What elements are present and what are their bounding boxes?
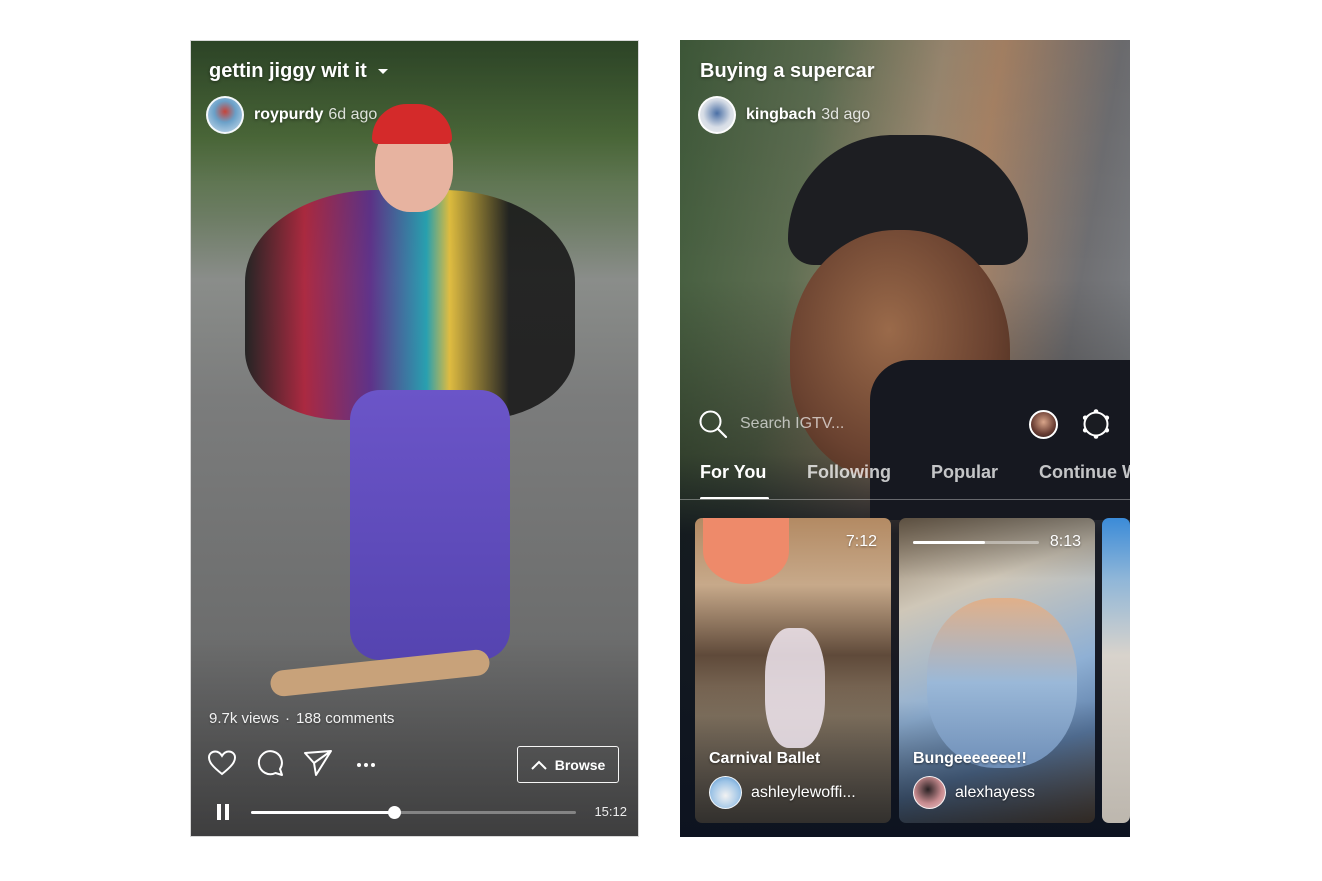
card-author[interactable]: alexhayess xyxy=(913,776,1035,809)
video-author[interactable]: roypurdy 6d ago xyxy=(206,96,377,134)
search-bar xyxy=(698,408,1118,440)
thumbnail-dancer xyxy=(765,628,825,748)
browse-label: Browse xyxy=(554,756,606,773)
video-card[interactable]: 8:13 Bungeeeeeee!! alexhayess xyxy=(899,518,1095,823)
author-username[interactable]: kingbach xyxy=(746,106,816,124)
pause-icon[interactable] xyxy=(216,804,230,820)
seek-bar[interactable] xyxy=(251,806,576,819)
author-username[interactable]: roypurdy xyxy=(254,106,323,124)
tab-popular[interactable]: Popular xyxy=(931,462,998,483)
card-author-username: ashleylewoffi... xyxy=(751,783,856,801)
video-title: gettin jiggy wit it xyxy=(209,60,367,82)
author-avatar[interactable] xyxy=(206,96,244,134)
video-duration: 15:12 xyxy=(594,804,627,819)
active-tab-indicator xyxy=(700,497,769,499)
card-watch-progress-fill xyxy=(913,541,985,544)
view-count: 9.7k views xyxy=(209,710,280,727)
card-author-avatar xyxy=(709,776,742,809)
thumbnail-person xyxy=(927,598,1077,768)
seek-bar-handle[interactable] xyxy=(388,806,401,819)
search-input[interactable] xyxy=(740,415,1000,433)
more-icon[interactable] xyxy=(355,748,377,778)
chevron-down-icon xyxy=(377,68,388,74)
card-author-username: alexhayess xyxy=(955,783,1036,801)
browse-button[interactable]: Browse xyxy=(517,746,619,783)
profile-avatar[interactable] xyxy=(1029,410,1058,439)
tab-following[interactable]: Following xyxy=(807,462,891,483)
search-icon[interactable] xyxy=(698,409,728,439)
gear-icon[interactable] xyxy=(1080,408,1112,440)
video-card[interactable]: 7:12 Carnival Ballet ashleylewoffi... xyxy=(695,518,891,823)
card-author[interactable]: ashleylewoffi... xyxy=(709,776,856,809)
category-tabs: For You Following Popular Continue Watch… xyxy=(680,458,1130,500)
playback-controls: 15:12 xyxy=(212,802,627,822)
video-title: Buying a supercar xyxy=(700,60,875,82)
chevron-up-icon xyxy=(530,760,547,770)
comment-icon[interactable] xyxy=(255,748,285,778)
thumbnail-parasol xyxy=(703,518,789,584)
card-watch-progress xyxy=(913,541,1039,544)
share-icon[interactable] xyxy=(303,748,333,778)
video-title-dropdown[interactable]: gettin jiggy wit it xyxy=(209,60,389,83)
card-title: Carnival Ballet xyxy=(709,750,821,767)
seek-bar-progress xyxy=(251,811,394,814)
author-avatar[interactable] xyxy=(698,96,736,134)
tab-for-you[interactable]: For You xyxy=(700,462,766,483)
card-author-avatar xyxy=(913,776,946,809)
video-frame-skater-legs xyxy=(350,390,510,660)
comment-count[interactable]: 188 comments xyxy=(296,710,394,727)
post-time: 3d ago xyxy=(821,106,871,123)
video-card-partial[interactable] xyxy=(1102,518,1130,823)
video-author[interactable]: kingbach 3d ago xyxy=(698,96,870,134)
card-title: Bungeeeeeee!! xyxy=(913,750,1027,767)
card-duration: 8:13 xyxy=(1049,533,1081,550)
video-frame-skater xyxy=(245,190,575,420)
video-stats: 9.7k views · 188 comments xyxy=(209,710,394,727)
heart-icon[interactable] xyxy=(207,749,237,777)
post-time: 6d ago xyxy=(328,106,378,123)
tab-continue-watching[interactable]: Continue Watching xyxy=(1039,462,1130,483)
stats-separator: · xyxy=(285,710,291,727)
action-bar xyxy=(207,748,377,778)
card-duration: 7:12 xyxy=(845,533,877,550)
